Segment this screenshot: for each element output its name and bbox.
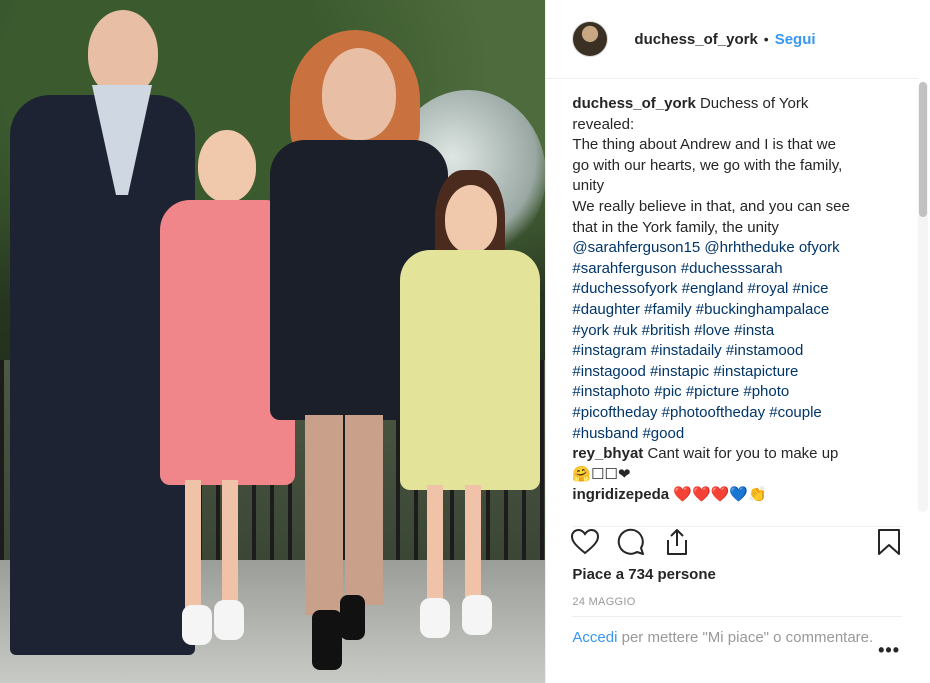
comments-scrollbar[interactable] [918, 82, 928, 512]
caption-line: We really believe in that, and you can s… [572, 197, 850, 215]
caption-line: revealed: [572, 115, 635, 133]
avatar[interactable] [572, 21, 609, 57]
caption-line: go with our hearts, we go with the famil… [572, 156, 843, 174]
comment-username[interactable]: ingridizepeda [572, 486, 669, 503]
login-text: per mettere "Mi piace" o commentare. [621, 629, 874, 646]
caption-tags[interactable]: #daughter #family #buckinghampalace [572, 300, 902, 321]
caption-line: Duchess of York [699, 95, 809, 112]
header-username[interactable]: duchess_of_york [634, 31, 757, 48]
action-bar [570, 526, 904, 557]
caption-username[interactable]: duchess_of_york [572, 95, 695, 112]
comment-text: ❤️❤️❤️💙👏 [673, 486, 767, 504]
comment-text: 🤗☐☐❤ [572, 465, 631, 483]
post-header: duchess_of_york • Segui [546, 0, 918, 79]
instagram-post: duchess_of_york • Segui duchess_of_york … [0, 0, 930, 683]
follow-button[interactable]: Segui [775, 31, 816, 48]
post-info-panel: duchess_of_york • Segui duchess_of_york … [545, 0, 930, 683]
caption-line: The thing about Andrew and I is that we [572, 136, 836, 154]
caption-tags[interactable]: #sarahferguson #duchesssarah [572, 259, 902, 280]
caption: duchess_of_york Duchess of York [572, 94, 902, 115]
caption-tags[interactable]: #husband #good [572, 424, 902, 445]
login-link[interactable]: Accedi [572, 629, 617, 646]
caption-line: that in the York family, the unity [572, 218, 779, 236]
comment-username[interactable]: rey_bhyat [572, 445, 643, 462]
caption-tags[interactable]: #instaphoto #pic #picture #photo [572, 382, 902, 403]
likes-count[interactable]: Piace a 734 persone [572, 566, 715, 583]
comment: ingridizepeda ❤️❤️❤️💙👏 [572, 485, 902, 506]
caption-line: unity [572, 177, 605, 195]
comments-list: duchess_of_york Duchess of York revealed… [572, 94, 902, 510]
caption-tags[interactable]: #instagood #instapic #instapicture [572, 362, 902, 383]
heart-icon[interactable] [570, 527, 600, 557]
comment-icon[interactable] [616, 527, 646, 557]
bookmark-icon[interactable] [874, 527, 904, 557]
caption-tags[interactable]: #picoftheday #photooftheday #couple [572, 403, 902, 424]
caption-tags[interactable]: #duchessofyork #england #royal #nice [572, 279, 902, 300]
header-separator: • [763, 31, 769, 47]
comment-text: Cant wait for you to make up [647, 445, 839, 463]
caption-tags[interactable]: #instagram #instadaily #instamood [572, 341, 902, 362]
share-icon[interactable] [662, 527, 692, 557]
more-options-icon[interactable]: ••• [878, 640, 900, 661]
scrollbar-thumb[interactable] [919, 82, 927, 217]
caption-tags[interactable]: #york #uk #british #love #insta [572, 321, 902, 342]
post-date[interactable]: 24 MAGGIO [572, 596, 635, 608]
post-photo[interactable] [0, 0, 546, 683]
caption-tags[interactable]: @sarahferguson15 @hrhtheduke ofyork [572, 238, 902, 259]
comment: rey_bhyat Cant wait for you to make up [572, 444, 902, 465]
login-prompt: Accedi per mettere "Mi piace" o commenta… [572, 616, 903, 648]
